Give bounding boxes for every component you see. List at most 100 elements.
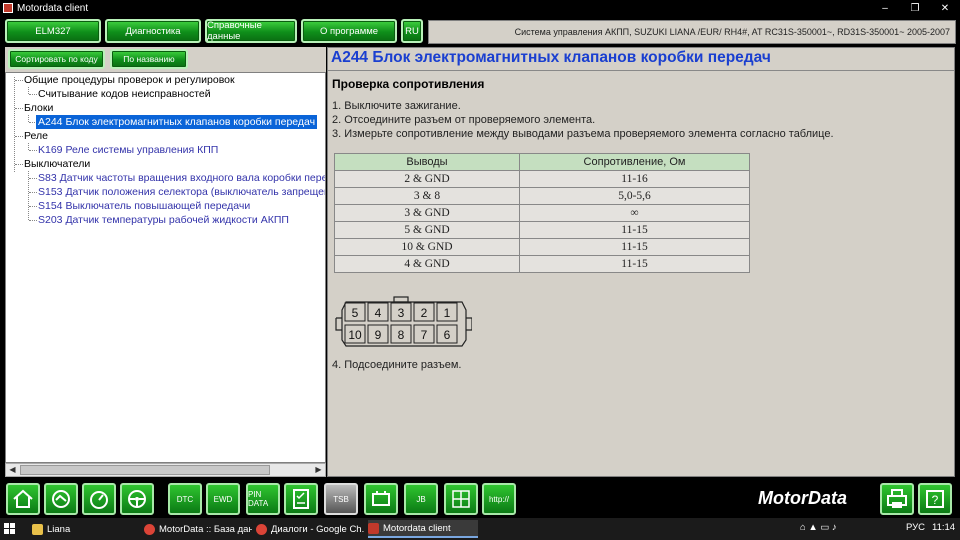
minimize-button[interactable]: –: [870, 3, 900, 14]
tree-group-switches[interactable]: Выключатели: [24, 157, 90, 171]
svg-text:?: ?: [932, 493, 939, 507]
reference-data-button[interactable]: Справочные данные: [205, 19, 297, 43]
chrome-icon: [256, 523, 267, 535]
left-panel: Сортировать по коду По названию Общие пр…: [5, 47, 326, 477]
start-button[interactable]: [4, 520, 26, 538]
pin-label: 1: [444, 306, 451, 320]
pin-label: 2: [421, 306, 428, 320]
table-cell-pins: 4 & GND: [334, 255, 520, 273]
pin-label: 10: [348, 328, 362, 342]
folder-icon: [32, 523, 43, 535]
sort-bar: Сортировать по коду По названию: [5, 47, 326, 71]
junction-block-button[interactable]: JB: [404, 483, 438, 515]
pin-label: 4: [375, 306, 382, 320]
tray-icons[interactable]: ⌂ ▲ ▭ ♪: [800, 522, 837, 533]
fuse-icon[interactable]: [444, 483, 478, 515]
windows-icon: [4, 523, 15, 534]
taskbar-label: Liana: [47, 523, 71, 535]
table-row: 2 & GND 11-16: [334, 170, 750, 188]
pin-label: 9: [375, 328, 382, 342]
app-window: Motordata client – ❐ ✕ ELM327 Диагностик…: [0, 0, 960, 518]
table-cell-resistance: ∞: [519, 204, 750, 222]
taskbar-item-folder[interactable]: Liana: [32, 520, 140, 538]
component-icon[interactable]: [364, 483, 398, 515]
tree-item-s203[interactable]: S203 Датчик температуры рабочей жидкости…: [38, 213, 289, 227]
checklist-icon[interactable]: [284, 483, 318, 515]
pin-label: 8: [398, 328, 405, 342]
sort-by-name-button[interactable]: По названию: [110, 49, 188, 69]
tree-item-s154[interactable]: S154 Выключатель повышающей передачи: [38, 199, 250, 213]
resistance-table: Выводы Сопротивление, Ом 2 & GND 11-16 3 …: [334, 153, 750, 273]
tree-item-k169[interactable]: K169 Реле системы управления КПП: [38, 143, 218, 157]
app-icon: [3, 3, 13, 13]
print-icon[interactable]: [880, 483, 914, 515]
input-language[interactable]: РУС: [906, 522, 925, 533]
procedure-tree: Общие процедуры проверок и регулировок С…: [5, 72, 326, 463]
table-header-row: Выводы Сопротивление, Ом: [334, 153, 750, 171]
table-row: 3 & GND ∞: [334, 204, 750, 222]
table-cell-pins: 2 & GND: [334, 170, 520, 188]
tree-group-procedures[interactable]: Общие процедуры проверок и регулировок: [24, 73, 235, 87]
table-cell-pins: 3 & 8: [334, 187, 520, 205]
ewd-button[interactable]: EWD: [206, 483, 240, 515]
table-row: 4 & GND 11-15: [334, 255, 750, 273]
home-icon[interactable]: [6, 483, 40, 515]
windows-taskbar: Liana MotorData :: База дан... Диалоги -…: [0, 518, 960, 540]
tree-item-s83[interactable]: S83 Датчик частоты вращения входного вал…: [38, 171, 325, 185]
tree-horizontal-scrollbar[interactable]: ◀ ▶: [5, 463, 326, 477]
tree-item-s153[interactable]: S153 Датчик положения селектора (выключа…: [38, 185, 325, 199]
brand-logo: MotorData: [758, 488, 847, 508]
taskbar-item-motordata[interactable]: Motordata client: [368, 520, 478, 538]
tree-item-read-codes[interactable]: Считывание кодов неисправностей: [38, 87, 211, 101]
taskbar-label: Motordata client: [383, 522, 451, 534]
column-header-resistance: Сопротивление, Ом: [519, 153, 750, 171]
pin-label: 6: [444, 328, 451, 342]
pin-data-button[interactable]: PIN DATA: [246, 483, 280, 515]
pin-label: 3: [398, 306, 405, 320]
scroll-left-icon[interactable]: ◀: [6, 464, 19, 476]
section-title: Проверка сопротивления: [332, 77, 485, 91]
handshake-icon[interactable]: [44, 483, 78, 515]
table-cell-resistance: 11-15: [519, 255, 750, 273]
about-button[interactable]: О программе: [301, 19, 397, 43]
pin-label: 5: [352, 306, 359, 320]
tree-group-units[interactable]: Блоки: [24, 101, 53, 115]
tsb-button[interactable]: TSB: [324, 483, 358, 515]
table-cell-pins: 10 & GND: [334, 238, 520, 256]
title-divider: [328, 70, 954, 71]
bottom-toolbar: DTC EWD PIN DATA TSB JB http:// MotorDat…: [0, 478, 960, 518]
table-cell-resistance: 11-16: [519, 170, 750, 188]
table-row: 3 & 8 5,0-5,6: [334, 187, 750, 205]
http-link-button[interactable]: http://: [482, 483, 516, 515]
taskbar-label: Диалоги - Google Ch...: [271, 523, 364, 535]
table-cell-pins: 3 & GND: [334, 204, 520, 222]
table-row: 5 & GND 11-15: [334, 221, 750, 239]
step-1: 1. Выключите зажигание.: [332, 100, 461, 112]
table-cell-resistance: 5,0-5,6: [519, 187, 750, 205]
elm327-button[interactable]: ELM327: [5, 19, 101, 43]
scrollbar-thumb[interactable]: [20, 465, 270, 475]
taskbar-item-chrome-2[interactable]: Диалоги - Google Ch...: [256, 520, 364, 538]
table-cell-resistance: 11-15: [519, 238, 750, 256]
table-row: 10 & GND 11-15: [334, 238, 750, 256]
dtc-button[interactable]: DTC: [168, 483, 202, 515]
content-panel: A244 Блок электромагнитных клапанов коро…: [327, 47, 955, 477]
scroll-right-icon[interactable]: ▶: [312, 464, 325, 476]
sort-by-code-button[interactable]: Сортировать по коду: [8, 49, 105, 69]
table-cell-pins: 5 & GND: [334, 221, 520, 239]
diagnostics-button[interactable]: Диагностика: [105, 19, 201, 43]
maximize-button[interactable]: ❐: [900, 3, 930, 14]
close-button[interactable]: ✕: [930, 3, 960, 14]
tree-item-a244[interactable]: A244 Блок электромагнитных клапанов коро…: [36, 115, 318, 129]
tree-group-relays[interactable]: Реле: [24, 129, 48, 143]
clock[interactable]: 11:14: [932, 522, 955, 533]
step-3: 3. Измерьте сопротивление между выводами…: [332, 128, 834, 140]
language-button[interactable]: RU: [401, 19, 423, 43]
gauge-icon[interactable]: [82, 483, 116, 515]
taskbar-label: MotorData :: База дан...: [159, 523, 252, 535]
pin-label: 7: [421, 328, 428, 342]
steering-icon[interactable]: [120, 483, 154, 515]
help-icon[interactable]: ?: [918, 483, 952, 515]
taskbar-item-chrome-1[interactable]: MotorData :: База дан...: [144, 520, 252, 538]
step-2: 2. Отсоедините разъем от проверяемого эл…: [332, 114, 596, 126]
